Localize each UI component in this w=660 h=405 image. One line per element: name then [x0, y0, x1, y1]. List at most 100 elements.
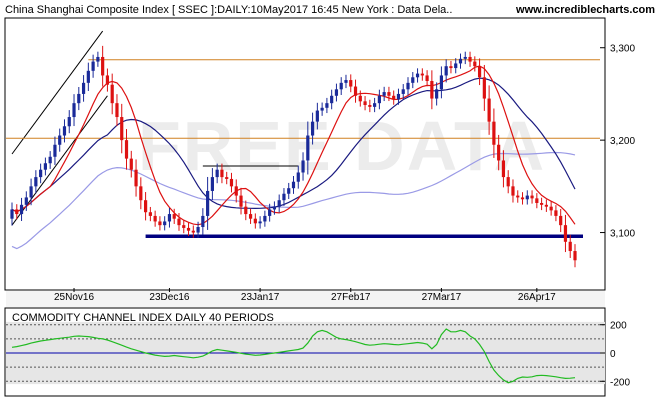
candle-body	[196, 227, 200, 233]
candle-body	[220, 169, 224, 178]
candle-body	[39, 169, 43, 178]
candle-body	[177, 218, 181, 226]
candle-body	[291, 181, 296, 189]
candle-body	[363, 101, 367, 106]
date-tick-label: 23Dec16	[149, 292, 189, 303]
candle-body	[334, 89, 339, 96]
candle-body	[401, 89, 405, 94]
candle-body	[134, 169, 138, 187]
candle-body	[501, 160, 506, 178]
candle-body	[163, 221, 167, 226]
candle-body	[530, 195, 534, 199]
candle-body	[477, 66, 482, 78]
candle-body	[549, 206, 553, 211]
candle-body	[115, 103, 119, 118]
candle-body	[511, 186, 515, 196]
candle-body	[67, 117, 71, 127]
candle-body	[201, 215, 205, 228]
candle-body	[463, 56, 467, 59]
candle-body	[53, 144, 57, 157]
candle-body	[330, 95, 334, 104]
candle-body	[129, 158, 133, 170]
candle-body	[91, 61, 95, 71]
candle-body	[554, 210, 558, 216]
candle-body	[344, 80, 348, 83]
candle-body	[239, 195, 243, 207]
candle-body	[449, 66, 453, 69]
candle-body	[377, 95, 381, 104]
candle-body	[353, 86, 358, 96]
candle-body	[382, 92, 386, 96]
cci-ytick-label: 0	[610, 349, 616, 360]
candle-body	[172, 214, 176, 219]
candle-body	[568, 241, 572, 252]
candle-body	[406, 82, 410, 90]
candle-body	[368, 105, 372, 107]
candle-body	[62, 126, 67, 136]
date-axis-band	[6, 291, 605, 307]
candle-body	[435, 89, 439, 99]
candle-body	[96, 56, 100, 62]
candle-body	[120, 117, 124, 141]
candle-body	[148, 212, 152, 216]
candle-body	[215, 169, 219, 178]
candle-body	[415, 73, 420, 78]
candle-body	[482, 77, 486, 99]
candle-body	[520, 197, 525, 200]
candle-body	[248, 214, 253, 219]
candle-body	[544, 204, 548, 207]
candle-body	[253, 218, 257, 224]
candle-body	[282, 193, 286, 201]
candle-body	[525, 195, 529, 200]
watermark-text: FREE DATA	[138, 107, 546, 185]
candle-body	[48, 156, 52, 164]
candle-body	[473, 61, 477, 67]
candle-body	[444, 66, 448, 76]
candle-body	[535, 198, 539, 203]
candle-body	[186, 227, 191, 231]
site-url[interactable]: www.incrediblecharts.com	[515, 4, 655, 16]
candle-body	[101, 56, 105, 76]
candle-body	[10, 209, 14, 219]
candle-body	[320, 107, 324, 111]
candle-body	[454, 63, 458, 69]
candle-body	[139, 186, 143, 201]
candle-body	[420, 73, 424, 76]
date-tick-label: 26Apr17	[518, 292, 556, 303]
candle-body	[158, 221, 162, 226]
candle-body	[487, 98, 491, 122]
candle-body	[182, 225, 186, 228]
candle-body	[77, 93, 81, 104]
candle-body	[458, 58, 463, 64]
candle-body	[373, 103, 377, 107]
candle-body	[210, 177, 214, 191]
candle-body	[392, 95, 396, 100]
candle-body	[287, 188, 291, 194]
candle-body	[325, 103, 329, 108]
candle-body	[143, 200, 148, 213]
candle-body	[110, 84, 114, 104]
candle-body	[468, 56, 472, 62]
candle-body	[506, 177, 510, 187]
candle-body	[339, 82, 343, 90]
candle-body	[244, 206, 248, 215]
candle-body	[124, 140, 129, 159]
candle-body	[86, 70, 90, 83]
candle-body	[24, 197, 28, 205]
chart-title: China Shanghai Composite Index [ SSEC ]:…	[5, 4, 452, 16]
candle-body	[277, 200, 281, 207]
candle-body	[34, 177, 38, 187]
candle-body	[29, 186, 33, 198]
candle-body	[263, 215, 267, 222]
candle-body	[425, 75, 429, 81]
price-ytick-label: 3,300	[610, 44, 635, 55]
candle-body	[229, 178, 234, 187]
candle-body	[272, 206, 277, 210]
candle-body	[225, 177, 229, 179]
candle-body	[396, 93, 401, 100]
candle-body	[258, 221, 262, 224]
candle-body	[105, 75, 110, 85]
candle-body	[234, 186, 238, 196]
date-tick-label: 25Nov16	[54, 292, 94, 303]
candle-body	[72, 103, 76, 118]
